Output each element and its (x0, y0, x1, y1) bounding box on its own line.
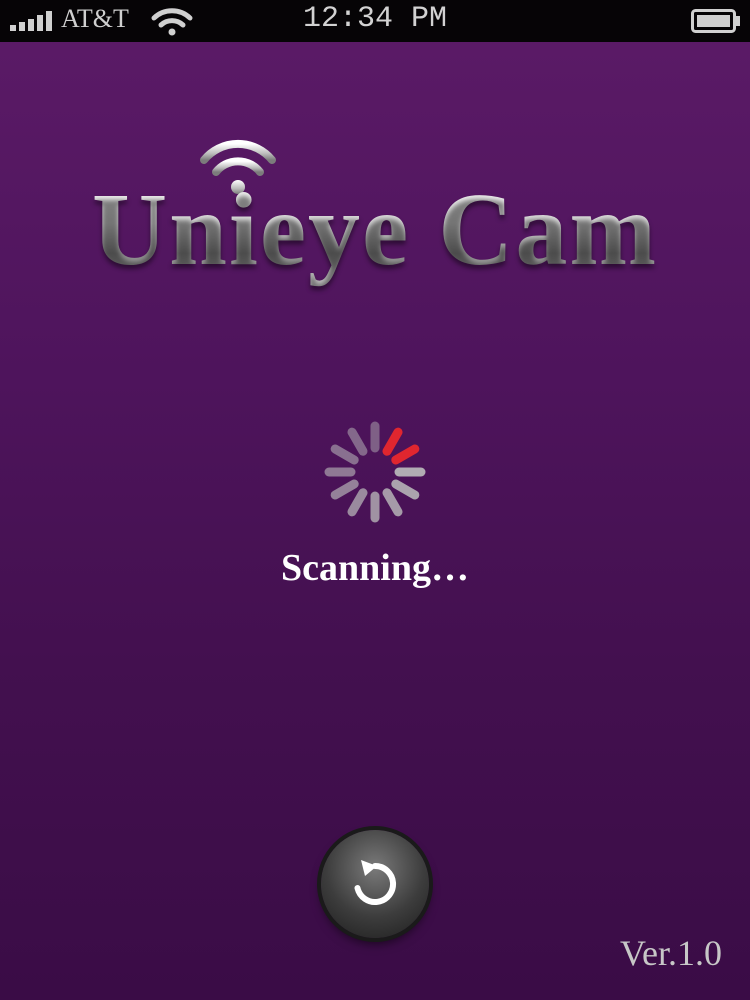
loading-spinner-icon (324, 421, 426, 523)
status-bar: AT&T 12:34 PM (0, 0, 750, 42)
spinner-spoke (347, 488, 368, 517)
refresh-button[interactable] (321, 830, 429, 938)
battery-icon (691, 9, 740, 33)
version-label: Ver.1.0 (620, 933, 722, 973)
spinner-spoke (382, 427, 403, 456)
scanning-status: Scanning… (281, 547, 469, 589)
clock: 12:34 PM (302, 2, 448, 36)
spinner-spoke (382, 488, 403, 517)
app-screen: AT&T 12:34 PM Unieye Cam Scanning… Ver.1… (0, 0, 750, 1000)
app-title: Unieye Cam (0, 170, 750, 289)
spinner-spoke (391, 479, 420, 500)
refresh-icon (354, 860, 397, 905)
spinner-spoke (391, 444, 420, 465)
spinner-spoke (347, 427, 368, 456)
spinner-spoke (330, 479, 359, 500)
main-content: Unieye Cam Scanning… Ver.1.0 (0, 42, 750, 1000)
spinner-spoke (330, 444, 359, 465)
